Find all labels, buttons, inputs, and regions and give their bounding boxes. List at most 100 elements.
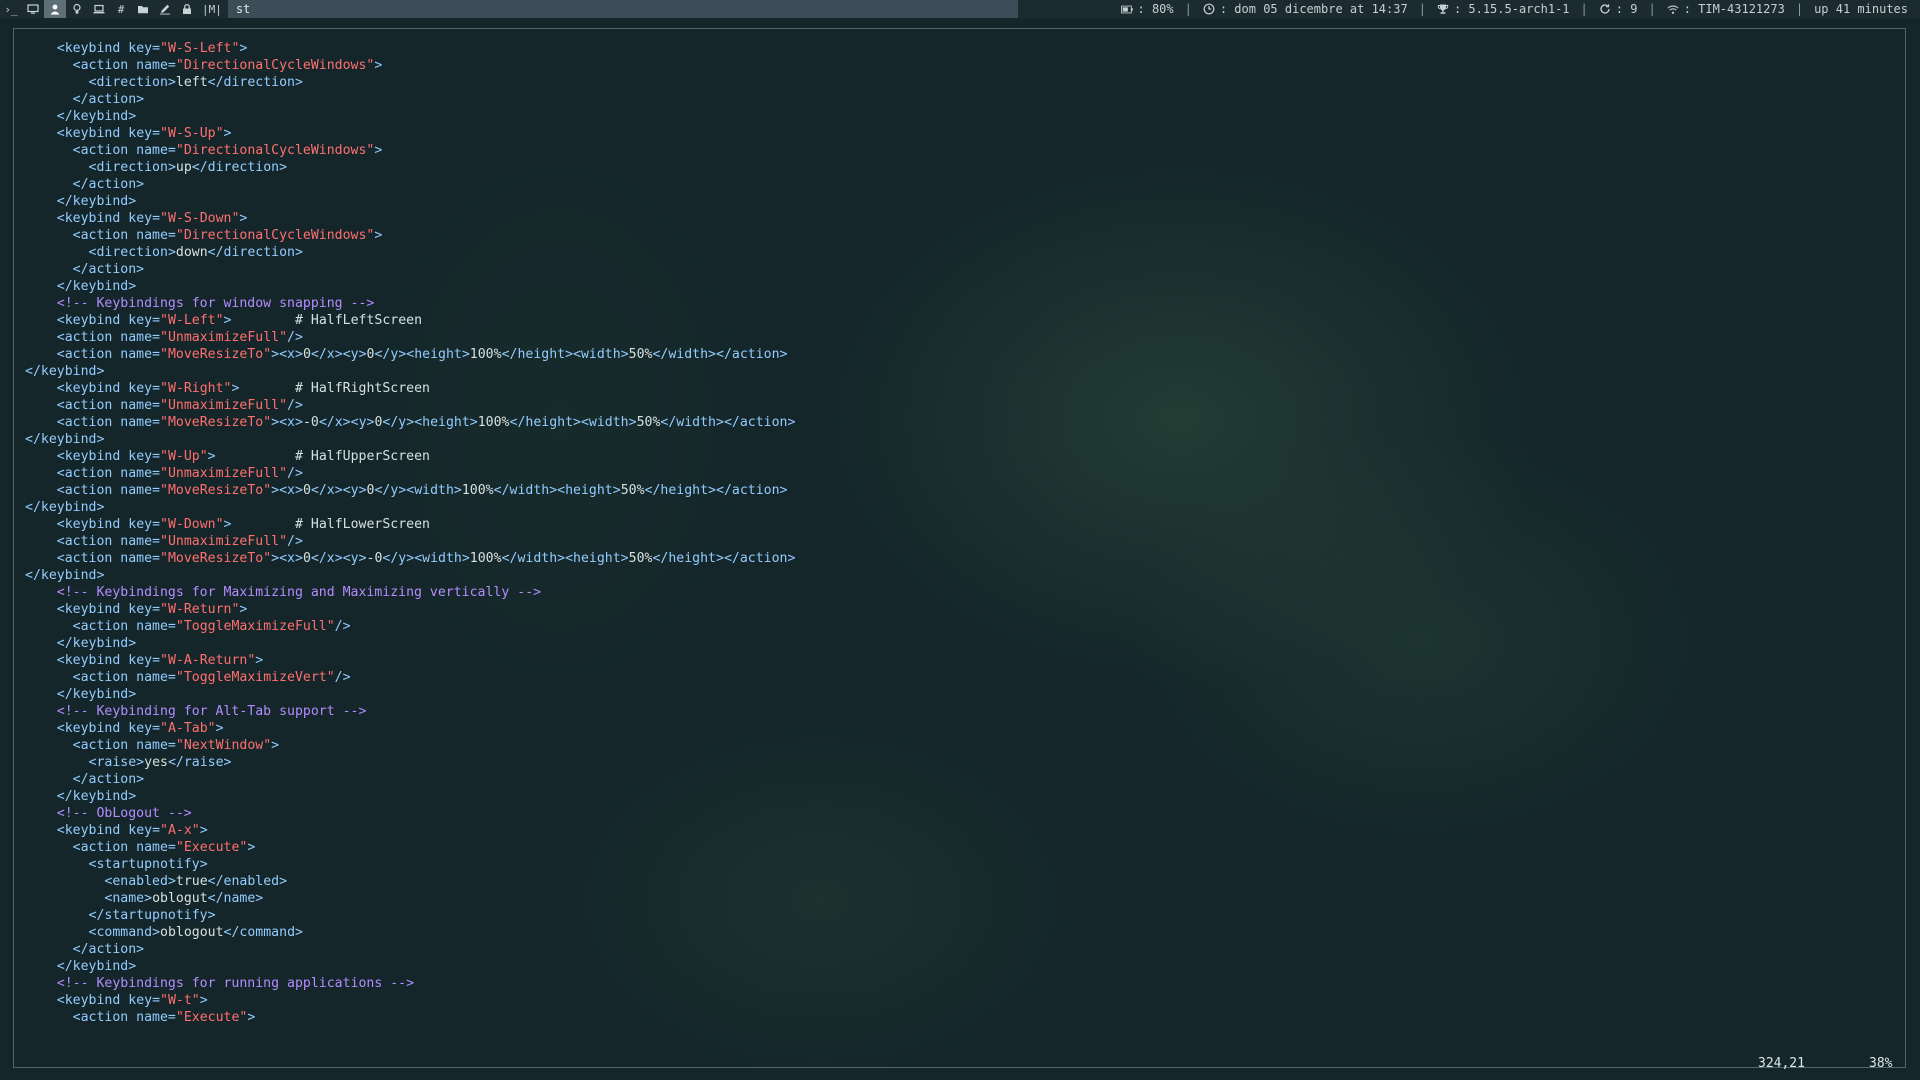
code-line: <!-- ObLogout --> (25, 806, 192, 821)
workspace-lock[interactable] (176, 0, 198, 18)
terminal-icon: ›_ (4, 2, 18, 16)
separator: | (1648, 2, 1656, 16)
code-line: <!-- Keybindings for running application… (25, 976, 415, 991)
code-line: </keybind> (56, 109, 137, 124)
code-line: <direction>left</direction> (88, 75, 303, 90)
code-line: <action name="DirectionalCycleWindows"> (72, 143, 383, 158)
battery-icon (1120, 3, 1133, 15)
wifi-status: : TIM-43121273 (1667, 2, 1785, 16)
code-line: <startupnotify> (88, 857, 208, 872)
battery-status: : 80% (1120, 2, 1174, 16)
code-line: </action> (72, 92, 145, 107)
code-line: <action name="DirectionalCycleWindows"> (72, 58, 383, 73)
layout-indicator[interactable]: |M| (202, 3, 222, 16)
code-line: <keybind key="W-S-Left"> (56, 41, 248, 56)
editor-buffer[interactable]: <keybind key="W-S-Left"> <action name="D… (25, 40, 795, 1026)
top-bar: ›_ # |M| st : 80% |: dom 05 dicembre at… (0, 0, 1920, 18)
window-title: st (227, 0, 1018, 18)
code-line: </action> (72, 772, 145, 787)
code-line: <keybind key="W-Return"> (56, 602, 248, 617)
workspace-laptop[interactable] (88, 0, 110, 18)
code-line: <keybind key="W-Up"> # HalfUpperScreen (56, 449, 430, 464)
code-line: <action name="MoveResizeTo"><x>0</x><y>-… (56, 551, 796, 566)
code-line: <!-- Keybindings for Maximizing and Maxi… (25, 585, 542, 600)
code-line: <keybind key="W-S-Down"> (56, 211, 248, 226)
code-line: <action name="DirectionalCycleWindows"> (72, 228, 383, 243)
window-title-text: st (235, 2, 251, 16)
folder-icon (138, 6, 148, 14)
separator: | (1580, 2, 1588, 16)
code-line: <keybind key="W-Right"> # HalfRightScree… (56, 381, 430, 396)
cursor-position: 324,21 (1758, 1056, 1805, 1071)
lightbulb-icon (73, 3, 81, 14)
workspace-tags: ›_ # (0, 0, 198, 18)
code-line: <action name="ToggleMaximizeVert"/> (72, 670, 351, 685)
code-line: <action name="UnmaximizeFull"/> (56, 466, 303, 481)
code-line: </keybind> (56, 636, 137, 651)
refresh-icon (1599, 3, 1611, 15)
code-line: </keybind> (56, 687, 137, 702)
code-line: </keybind> (56, 279, 137, 294)
code-line: <action name="UnmaximizeFull"/> (56, 534, 303, 549)
code-line: <keybind key="W-A-Return"> (56, 653, 264, 668)
separator: | (1795, 2, 1804, 16)
code-line: <name>oblogut</name> (104, 891, 264, 906)
code-line: <raise>yes</raise> (88, 755, 232, 770)
kernel-text: : 5.15.5-arch1-1 (1453, 2, 1570, 16)
battery-text: : 80% (1137, 2, 1174, 16)
laptop-icon (93, 4, 105, 14)
trophy-icon (1437, 3, 1449, 15)
uptime-status: up 41 minutes (1814, 2, 1908, 16)
code-line: <action name="NextWindow"> (72, 738, 280, 753)
code-line: <action name="ToggleMaximizeFull"/> (72, 619, 351, 634)
hash-icon: # (117, 2, 125, 16)
code-line: </keybind> (25, 500, 105, 515)
code-line: </keybind> (56, 194, 137, 209)
code-line: </keybind> (25, 568, 105, 583)
wifi-text: : TIM-43121273 (1683, 2, 1785, 16)
updates-status: : 9 (1599, 2, 1638, 16)
workspace-folder[interactable] (132, 0, 154, 18)
scroll-percent: 38% (1869, 1056, 1893, 1071)
updates-text: : 9 (1615, 2, 1638, 16)
code-line: <!-- Keybindings for window snapping --> (25, 296, 375, 311)
status-bar: : 80% | : dom 05 dicembre at 14:37 | : 5… (1120, 2, 1920, 16)
code-line: </keybind> (25, 364, 105, 379)
code-line: <!-- Keybinding for Alt-Tab support --> (25, 704, 367, 719)
code-line: </action> (72, 262, 145, 277)
code-line: <keybind key="W-S-Up"> (56, 126, 232, 141)
workspace-monitor[interactable] (22, 0, 44, 18)
wifi-icon (1667, 3, 1679, 15)
code-line: <action name="MoveResizeTo"><x>-0</x><y>… (56, 415, 796, 430)
code-line: </action> (72, 177, 145, 192)
code-line: <action name="Execute"> (72, 1010, 256, 1025)
code-line: <action name="UnmaximizeFull"/> (56, 330, 303, 345)
pencil-icon (160, 4, 170, 15)
clock-status: : dom 05 dicembre at 14:37 (1203, 2, 1408, 16)
workspace-hash[interactable]: # (110, 0, 132, 18)
code-line: <action name="MoveResizeTo"><x>0</x><y>0… (56, 347, 788, 362)
code-line: <keybind key="A-x"> (56, 823, 208, 838)
code-line: <enabled>true</enabled> (104, 874, 288, 889)
lock-icon (183, 3, 191, 14)
code-line: <keybind key="W-t"> (56, 993, 208, 1008)
workspace-lightbulb[interactable] (66, 0, 88, 18)
code-line: </keybind> (56, 789, 137, 804)
code-line: </keybind> (25, 432, 105, 447)
uptime-text: up 41 minutes (1814, 2, 1908, 16)
code-line: <command>oblogout</command> (88, 925, 303, 940)
code-line: <action name="Execute"> (72, 840, 256, 855)
code-line: </keybind> (56, 959, 137, 974)
code-line: </action> (72, 942, 145, 957)
code-line: <direction>up</direction> (88, 160, 288, 175)
code-line: <action name="MoveResizeTo"><x>0</x><y>0… (56, 483, 788, 498)
workspace-pencil[interactable] (154, 0, 176, 18)
code-line: </startupnotify> (88, 908, 216, 923)
separator: | (1418, 2, 1426, 16)
workspace-user[interactable] (44, 0, 66, 18)
code-line: <keybind key="W-Down"> # HalfLowerScreen (56, 517, 430, 532)
kernel-status: : 5.15.5-arch1-1 (1437, 2, 1570, 16)
clock-icon (1203, 3, 1215, 15)
workspace-terminal[interactable]: ›_ (0, 0, 22, 18)
terminal-window[interactable]: <keybind key="W-S-Left"> <action name="D… (13, 28, 1906, 1071)
